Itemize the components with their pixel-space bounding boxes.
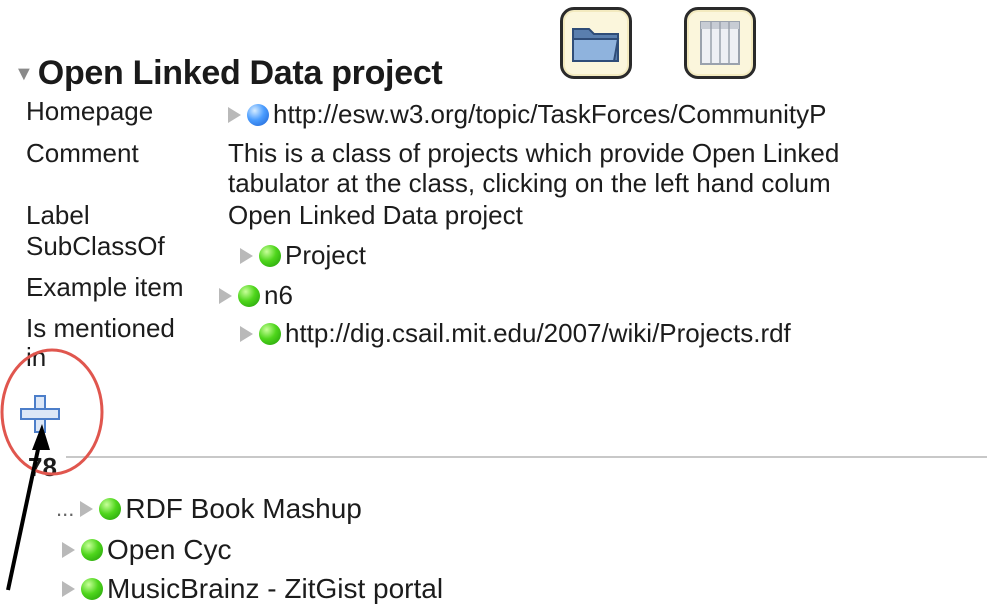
folder-icon xyxy=(572,28,620,62)
annotation-arrow xyxy=(6,424,50,591)
open-folder-button[interactable] xyxy=(560,7,632,79)
expand-triangle-icon[interactable] xyxy=(62,542,75,558)
subclassof-link[interactable]: Project xyxy=(285,240,366,271)
property-label-is-mentioned-in-line1: Is mentioned xyxy=(26,313,175,343)
green-node-icon xyxy=(81,578,103,600)
expand-triangle-icon[interactable] xyxy=(80,501,94,517)
green-node-icon xyxy=(238,284,260,307)
page-title-row: ▼ Open Linked Data project xyxy=(14,54,443,93)
expand-triangle-icon[interactable] xyxy=(228,106,241,123)
property-value-homepage[interactable]: http://esw.w3.org/topic/TaskForces/Commu… xyxy=(228,99,826,130)
list-item-label[interactable]: RDF Book Mashup xyxy=(125,493,362,525)
expand-triangle-icon[interactable] xyxy=(219,287,232,304)
blue-node-icon xyxy=(247,103,269,126)
property-label-example-item: Example item xyxy=(26,272,184,302)
list-item[interactable]: Open Cyc xyxy=(62,534,232,566)
page-title: Open Linked Data project xyxy=(37,54,443,92)
property-label-subclassof: SubClassOf xyxy=(26,231,165,261)
expand-triangle-icon[interactable] xyxy=(240,325,253,342)
table-view-icon xyxy=(700,21,740,65)
property-label-comment: Comment xyxy=(26,138,139,168)
property-label-homepage: Homepage xyxy=(26,96,154,126)
property-value-label: Open Linked Data project xyxy=(228,200,523,230)
green-node-icon xyxy=(259,322,281,345)
property-value-comment-line1: This is a class of projects which provid… xyxy=(228,138,840,168)
more-ellipsis[interactable]: ... xyxy=(56,496,74,522)
green-node-icon xyxy=(259,244,281,267)
list-item-label[interactable]: MusicBrainz - ZitGist portal xyxy=(107,573,443,605)
green-node-icon xyxy=(81,539,103,561)
section-divider xyxy=(66,456,987,458)
example-item-link[interactable]: n6 xyxy=(264,280,293,311)
list-item[interactable]: MusicBrainz - ZitGist portal xyxy=(62,573,443,605)
homepage-link[interactable]: http://esw.w3.org/topic/TaskForces/Commu… xyxy=(273,99,826,130)
expand-triangle-icon[interactable] xyxy=(240,247,253,264)
table-view-button[interactable] xyxy=(684,7,756,79)
property-label-label: Label xyxy=(26,200,90,230)
disclosure-triangle-icon[interactable]: ▼ xyxy=(14,64,34,84)
list-item[interactable]: ... RDF Book Mashup xyxy=(56,493,362,525)
list-item-label[interactable]: Open Cyc xyxy=(107,534,232,566)
property-value-example-item[interactable]: n6 xyxy=(219,280,293,311)
property-value-subclassof[interactable]: Project xyxy=(240,240,366,271)
property-value-is-mentioned-in[interactable]: http://dig.csail.mit.edu/2007/wiki/Proje… xyxy=(240,318,791,349)
property-value-comment-line2: tabulator at the class, clicking on the … xyxy=(228,168,831,198)
green-node-icon xyxy=(99,498,122,520)
is-mentioned-in-link[interactable]: http://dig.csail.mit.edu/2007/wiki/Proje… xyxy=(285,318,791,349)
